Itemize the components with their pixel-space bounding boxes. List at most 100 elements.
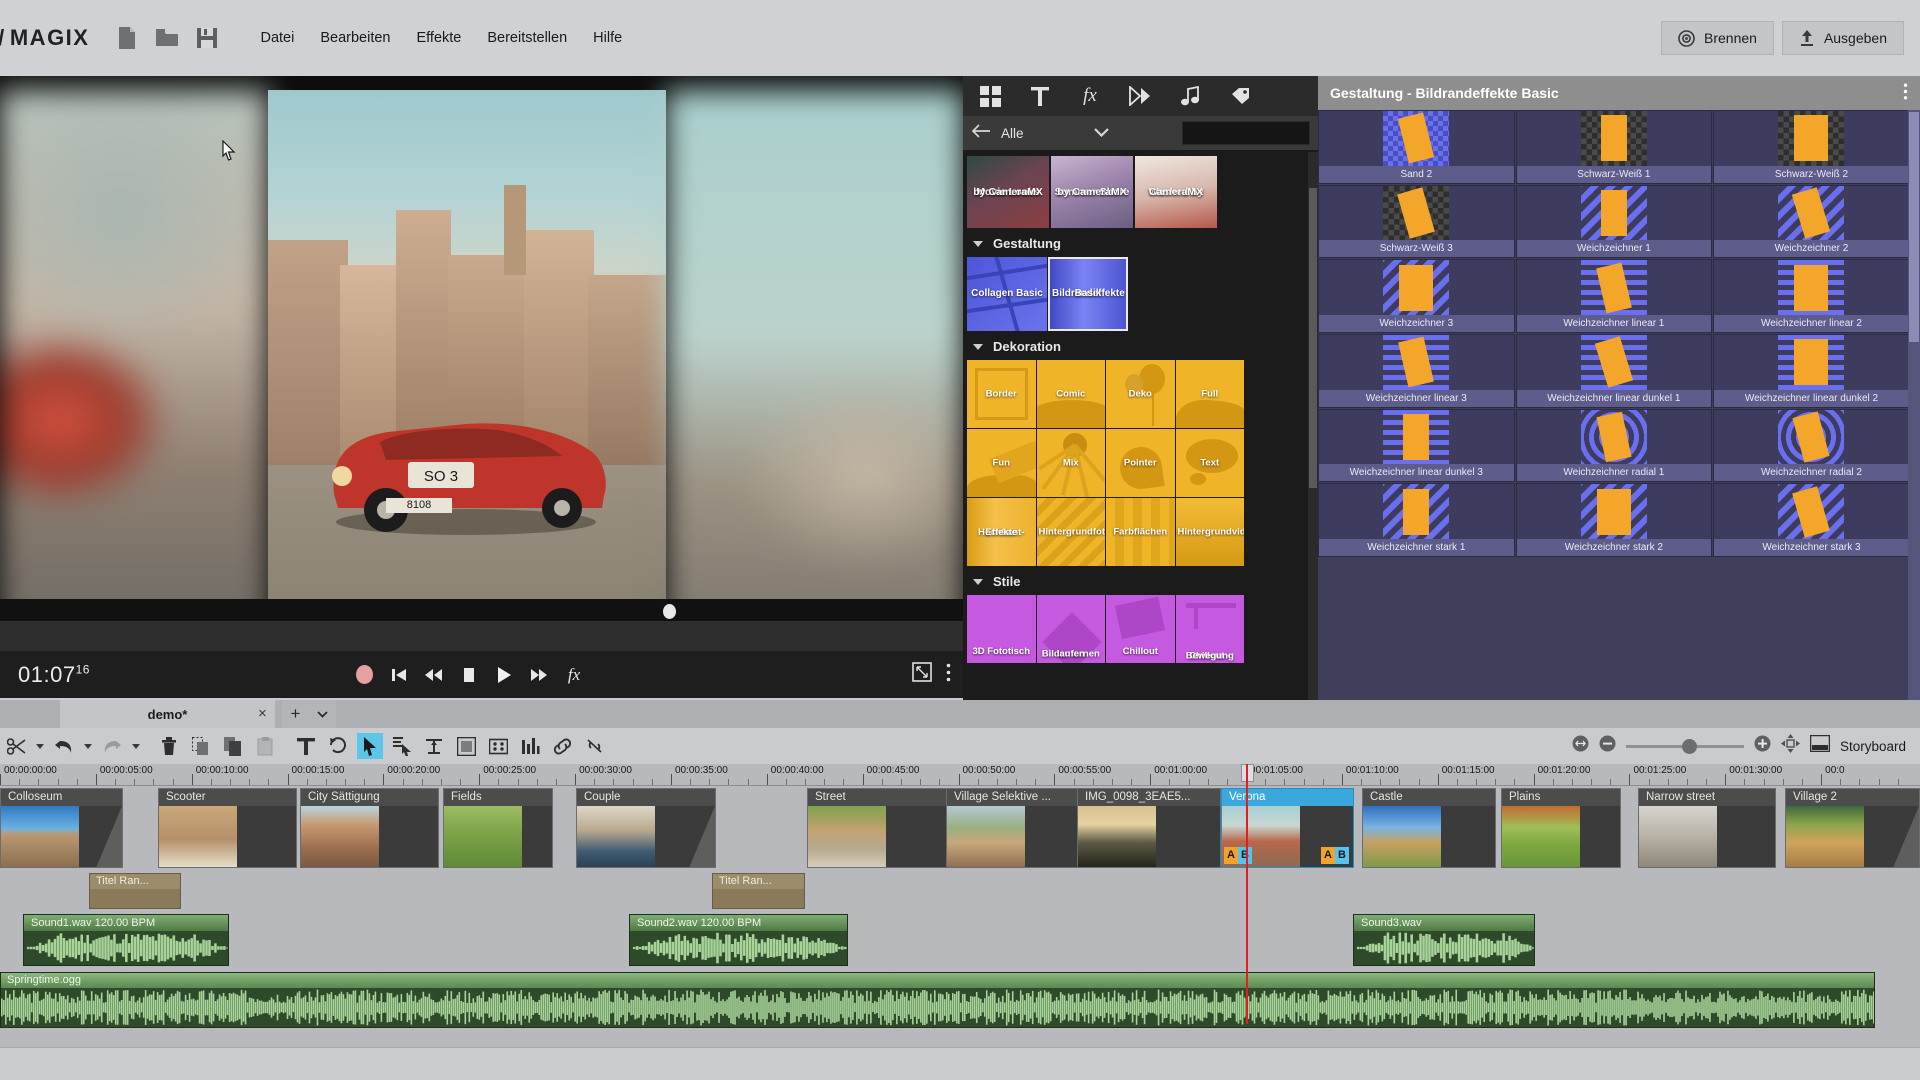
video-clip[interactable]: IMG_0098_3EAE5... (1077, 788, 1221, 868)
delete-trash-icon[interactable] (156, 733, 182, 759)
playhead[interactable] (1246, 764, 1248, 1024)
effect-item[interactable]: Schwarz-Weiß 3 (1318, 185, 1515, 259)
menu-item-datei[interactable]: Datei (247, 24, 307, 52)
more-options-icon[interactable] (946, 663, 951, 687)
tile-pointer[interactable]: Pointer (1106, 429, 1175, 497)
tile-deko[interactable]: Deko (1106, 360, 1175, 428)
transition-a-badge[interactable]: A (1321, 847, 1335, 864)
grid-view-icon[interactable] (975, 81, 1005, 111)
open-folder-icon[interactable] (150, 21, 184, 55)
plus-icon[interactable]: + (282, 700, 309, 728)
effect-item[interactable]: Weichzeichner radial 2 (1713, 409, 1910, 483)
video-track[interactable]: ColloseumScooterCity SättigungFieldsCoup… (0, 786, 1920, 870)
audio-mix-icon[interactable] (517, 733, 543, 759)
tile-hintergrundvideos[interactable]: Hintergrundvideos (1176, 498, 1245, 566)
zoom-out-icon[interactable] (1599, 735, 1616, 757)
menu-item-bereitstellen[interactable]: Bereitstellen (474, 24, 580, 52)
timeline-tab-demo[interactable]: demo* (60, 700, 275, 728)
chevron-down-icon[interactable] (309, 700, 336, 728)
effect-item[interactable]: Weichzeichner 3 (1318, 259, 1515, 333)
fullscreen-icon[interactable] (912, 662, 932, 687)
preview-monitor[interactable]: SO 3 8108 (0, 76, 963, 651)
effect-item[interactable]: Weichzeichner stark 2 (1516, 483, 1713, 557)
effects-fx-icon[interactable]: fx (1075, 81, 1105, 111)
cut-scissors-icon[interactable] (3, 733, 29, 759)
timeline-zoom-slider[interactable] (1626, 745, 1744, 748)
audio-clip[interactable]: Sound3.wav (1353, 914, 1535, 966)
redo-icon[interactable] (99, 733, 125, 759)
skip-start-button[interactable] (387, 663, 411, 687)
kebab-menu-icon[interactable] (1903, 83, 1908, 103)
video-clip[interactable]: Scooter (158, 788, 297, 868)
ungroup-icon[interactable] (581, 733, 607, 759)
effect-item[interactable]: Schwarz-Weiß 1 (1516, 110, 1713, 184)
insert-title-icon[interactable] (293, 733, 319, 759)
section-header-gestaltung[interactable]: Gestaltung (963, 228, 1318, 257)
preset-movie-looks[interactable]: Movie Looksby CameraMX (967, 156, 1049, 228)
stop-button[interactable] (457, 663, 481, 687)
paste-icon[interactable] (252, 733, 278, 759)
tile-3d-fototisch[interactable]: 3D Fototisch (967, 595, 1036, 663)
video-clip[interactable]: City Sättigung (300, 788, 439, 868)
video-clip[interactable]: Couple (576, 788, 716, 868)
audio-note-icon[interactable] (1175, 81, 1205, 111)
effect-item[interactable]: Weichzeichner linear 1 (1516, 259, 1713, 333)
tile-hintergrundfotos[interactable]: Hintergrundfotos (1037, 498, 1106, 566)
fade-handle[interactable] (689, 806, 715, 868)
title-clip[interactable]: Titel Ran... (712, 873, 805, 909)
tile-farbflaechen[interactable]: Farbflächen (1106, 498, 1175, 566)
zoom-fit-icon[interactable] (1572, 735, 1589, 757)
preview-scrub-handle[interactable] (663, 604, 676, 619)
mouse-mode-single-icon[interactable] (389, 733, 415, 759)
effect-item[interactable]: Sand 2 (1318, 110, 1515, 184)
video-clip[interactable]: VeronaABAB (1221, 788, 1354, 868)
preset-washed[interactable]: Washed byCameraMX (1135, 156, 1217, 228)
media-pool-scrollbar[interactable] (1308, 152, 1318, 700)
video-clip[interactable]: Village 2 (1785, 788, 1920, 868)
section-header-stile[interactable]: Stile (963, 566, 1318, 595)
preview-scrubber[interactable] (0, 599, 963, 621)
ab-transition-right[interactable]: AB (1321, 847, 1349, 864)
effects-scrollbar[interactable] (1908, 110, 1920, 700)
video-clip[interactable]: Plains (1501, 788, 1621, 868)
fast-forward-button[interactable] (527, 663, 551, 687)
section-header-dekoration[interactable]: Dekoration (963, 331, 1318, 360)
redo-options-caret-icon[interactable] (132, 744, 140, 749)
preset-summer-shore[interactable]: Summer Shoreby CameraMX (1051, 156, 1133, 228)
video-clip[interactable]: Village Selektive ... (946, 788, 1098, 868)
effect-item[interactable]: Weichzeichner stark 1 (1318, 483, 1515, 557)
undo-options-caret-icon[interactable] (84, 744, 92, 749)
storyboard-view-icon[interactable] (1810, 735, 1830, 757)
fade-handle[interactable] (1893, 806, 1919, 868)
video-clip[interactable]: Colloseum (0, 788, 123, 868)
tile-full[interactable]: Full (1176, 360, 1245, 428)
copy-icon[interactable] (220, 733, 246, 759)
effect-item[interactable]: Weichzeichner radial 1 (1516, 409, 1713, 483)
fade-handle[interactable] (96, 806, 122, 868)
audio-clip[interactable]: Sound2.wav 120.00 BPM (629, 914, 848, 966)
video-clip[interactable]: Castle (1362, 788, 1496, 868)
scrollbar-thumb[interactable] (1309, 188, 1317, 488)
menu-item-hilfe[interactable]: Hilfe (580, 24, 635, 52)
tile-text[interactable]: Text (1176, 429, 1245, 497)
burn-button[interactable]: Brennen (1661, 21, 1774, 55)
rotate-object-icon[interactable] (325, 733, 351, 759)
tile-mix[interactable]: Mix (1037, 429, 1106, 497)
effect-item[interactable]: Weichzeichner linear 2 (1713, 259, 1910, 333)
undo-icon[interactable] (51, 733, 77, 759)
title-track[interactable]: Titel Ran... Titel Ran... (0, 870, 1920, 910)
title-clip[interactable]: Titel Ran... (89, 873, 181, 909)
music-clip[interactable]: Springtime.ogg (0, 972, 1875, 1028)
pan-navigate-icon[interactable] (1781, 734, 1800, 758)
multi-select-icon[interactable] (485, 733, 511, 759)
export-button[interactable]: Ausgeben (1782, 21, 1904, 55)
play-button[interactable] (492, 663, 516, 687)
tag-label-icon[interactable] (1225, 81, 1255, 111)
effect-item[interactable]: Weichzeichner linear dunkel 2 (1713, 334, 1910, 408)
timeline-ruler[interactable]: 00:00:00:0000:00:05:0000:00:10:0000:00:1… (0, 764, 1920, 786)
transition-a-badge[interactable]: A (1224, 847, 1238, 864)
chevron-down-icon[interactable] (1094, 124, 1109, 142)
menu-item-bearbeiten[interactable]: Bearbeiten (307, 24, 403, 52)
tile-border[interactable]: Border (967, 360, 1036, 428)
scrollbar-thumb[interactable] (1909, 112, 1919, 342)
